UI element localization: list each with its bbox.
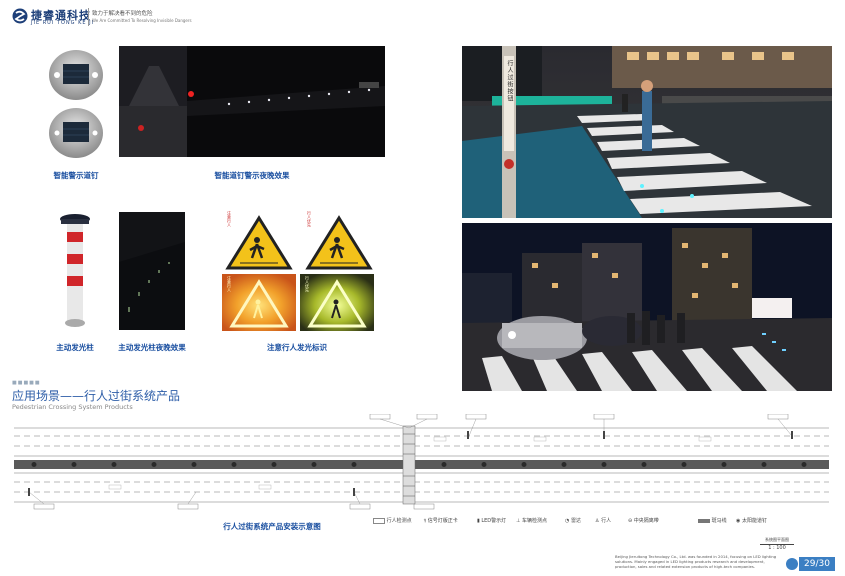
slogan: 致力于解决看不到的危险 xyxy=(92,11,153,17)
pedestrian-sign-lit-1 xyxy=(222,274,296,331)
crosswalk-photo-2 xyxy=(462,223,832,391)
brand-name-en: JIE RUI TONG KE JI xyxy=(31,20,95,26)
legend-zebra: 斑马线 xyxy=(698,517,727,524)
radar-icon: ◔ xyxy=(565,518,570,524)
solar-stud-icon: ◉ xyxy=(736,518,741,524)
caption-active-post: 主动发光柱 xyxy=(56,343,94,352)
sign-label-3: 注意行人 xyxy=(227,276,232,292)
company-description: Beijing Jieruitong Technology Co., Ltd. … xyxy=(615,554,777,569)
pedestrian-sign-day-1 xyxy=(224,210,294,270)
active-post-image xyxy=(58,212,92,330)
sign-label-2: 行人优先 xyxy=(307,211,312,227)
section-title: 应用场景——行人过街系统产品 xyxy=(12,389,181,403)
header-divider xyxy=(88,8,89,26)
crosswalk-photo-1 xyxy=(462,46,832,218)
legend-vehicle-detector: ⊥ 车辆检测点 xyxy=(516,518,547,524)
caption-active-post-night: 主动发光柱夜晚效果 xyxy=(118,343,186,352)
pedestrian-sign-day-2 xyxy=(304,210,374,270)
road-stud-image xyxy=(45,46,107,164)
caption-pedestrian-sign: 注意行人发光标识 xyxy=(267,343,327,352)
diagram-caption: 行人过街系统产品安装示意图 xyxy=(223,522,321,531)
caption-road-stud-night: 智能道钉警示夜晚效果 xyxy=(214,171,290,180)
caption-road-stud: 智能警示道钉 xyxy=(53,171,99,180)
median-icon: ⊖ xyxy=(628,518,633,524)
scale-ratio: 1 : 100 xyxy=(768,545,786,551)
road-stud-night-photo xyxy=(119,46,385,157)
crosswalk-button-pole-label: 行人过街按钮 xyxy=(506,60,513,102)
vehicle-detector-icon: ⊥ xyxy=(516,518,521,524)
legend-median: ⊖ 中央隔离带 xyxy=(628,518,659,524)
installation-diagram xyxy=(14,413,829,510)
signal-icon: ⫯ xyxy=(424,518,427,524)
pedestrian-icon: ♙ xyxy=(595,518,600,524)
led-light-icon: ▮ xyxy=(477,518,480,524)
pedestrian-sign-lit-2 xyxy=(300,274,374,331)
legend-radar: ◔ 雷达 xyxy=(565,518,581,524)
legend-led-light: ▮ LED警示灯 xyxy=(477,518,507,524)
sign-label-4: 行人优先 xyxy=(305,276,310,292)
brand-logo-icon xyxy=(12,8,28,24)
scale-label: 系统图平面图 xyxy=(765,537,789,542)
zebra-swatch xyxy=(698,518,710,523)
slogan-en: We Are Committed To Resolving Invisible … xyxy=(92,18,192,23)
legend-swatch-rect xyxy=(373,517,385,524)
scale-block: 系统图平面图 1 : 100 xyxy=(752,537,802,551)
section-dots: ■■■■■ xyxy=(12,380,41,386)
page-number: 29/30 xyxy=(799,557,835,571)
page-badge-icon xyxy=(786,558,798,570)
legend-signal-card: ⫯ 信号灯版正卡 xyxy=(424,518,458,524)
legend-pedestrian-detector: 行人检测点 xyxy=(373,517,412,524)
legend-pedestrian: ♙ 行人 xyxy=(595,518,612,524)
legend-solar-stud: ◉ 太阳能道钉 xyxy=(736,518,767,524)
sign-label-1: 注意行人 xyxy=(227,211,232,227)
section-subtitle: Pedestrian Crossing System Products xyxy=(12,403,133,411)
active-post-night-photo xyxy=(119,212,185,330)
